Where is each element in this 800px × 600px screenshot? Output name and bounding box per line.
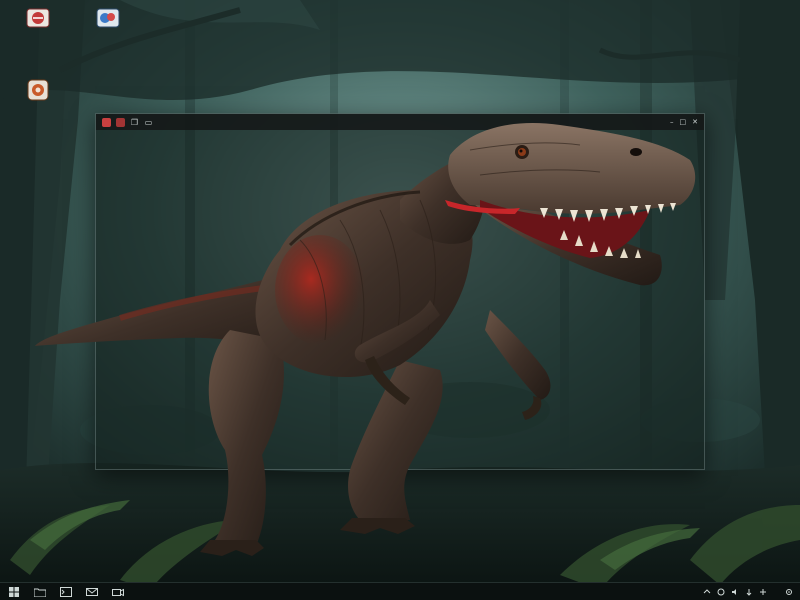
app-icon-red — [25, 6, 51, 32]
copy-icon[interactable]: ❐ — [130, 118, 139, 127]
tray-icons — [702, 587, 768, 597]
system-tray — [702, 587, 800, 597]
taskbar — [0, 582, 800, 600]
window-titlebar[interactable]: ❐ ▭ – □ ✕ — [96, 114, 704, 130]
terminal-line-gap — [104, 337, 696, 343]
settings-icon[interactable] — [784, 587, 794, 597]
app-icon-orange — [25, 78, 51, 104]
terminal-line-gap — [104, 187, 696, 193]
terminal-icon[interactable] — [58, 585, 74, 599]
close-icon[interactable] — [102, 117, 111, 127]
terminal-window[interactable]: ❐ ▭ – □ ✕ — [95, 113, 705, 470]
maximize-icon[interactable]: □ — [680, 118, 687, 126]
window-menubar — [96, 130, 704, 142]
minimize-icon[interactable]: – — [670, 118, 674, 126]
start-icon[interactable] — [6, 585, 22, 599]
desktop-icon-2[interactable] — [70, 6, 146, 34]
volume-icon[interactable] — [730, 587, 740, 597]
network-icon[interactable] — [716, 587, 726, 597]
desktop-icon-3[interactable] — [0, 78, 76, 106]
terminal-output[interactable] — [96, 142, 704, 469]
desktop-icon-1[interactable] — [0, 6, 76, 34]
minimize-icon[interactable] — [116, 117, 125, 127]
close-icon[interactable]: ✕ — [692, 118, 698, 126]
battery-icon[interactable] — [744, 587, 754, 597]
window-controls: – □ ✕ — [670, 118, 704, 126]
mail-icon[interactable] — [84, 585, 100, 599]
taskbar-apps — [0, 585, 126, 599]
tab-icon[interactable]: ▭ — [144, 118, 153, 127]
app-icon-blue — [95, 6, 121, 32]
camera-icon[interactable] — [110, 585, 126, 599]
notification-icon[interactable] — [758, 587, 768, 597]
file-explorer-icon[interactable] — [32, 585, 48, 599]
chevron-up-icon[interactable] — [702, 587, 712, 597]
